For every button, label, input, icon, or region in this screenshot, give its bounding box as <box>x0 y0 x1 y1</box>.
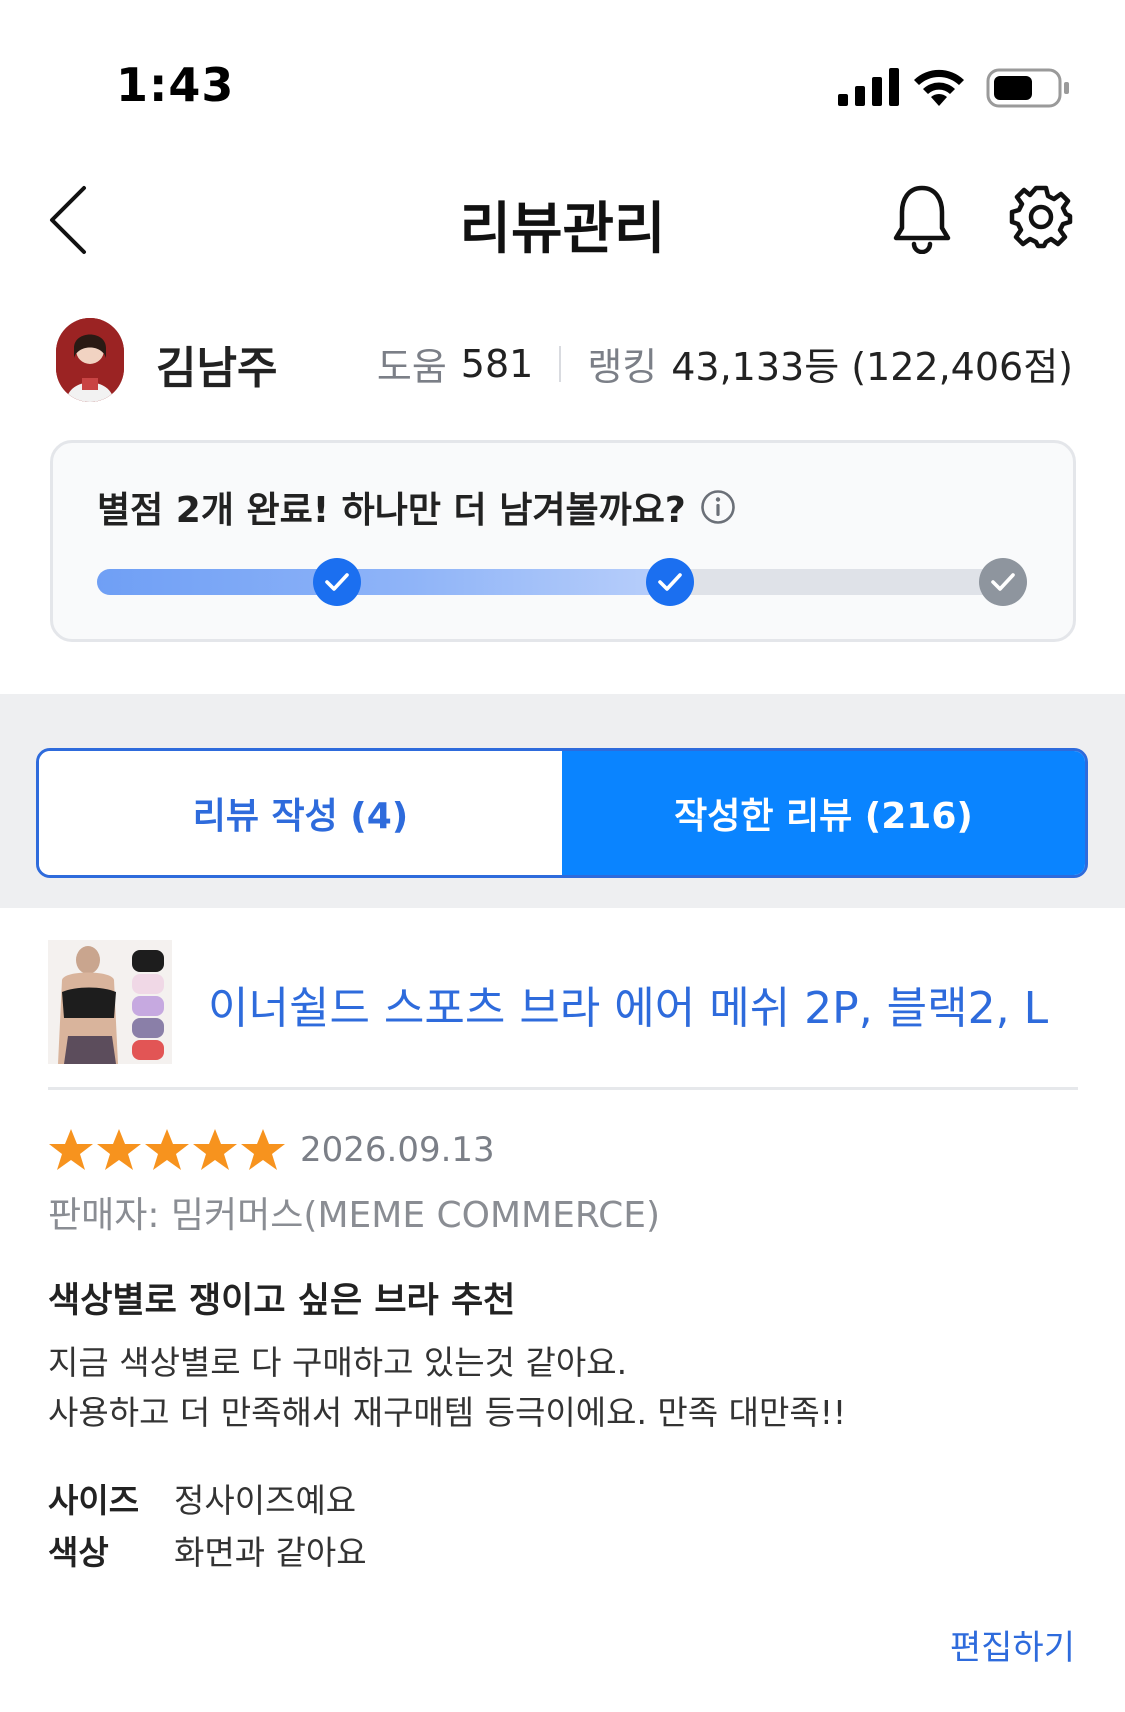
profile-name: 김남주 <box>156 343 278 394</box>
review-body-line: 사용하고 더 만족해서 재구매템 등극이에요. 만족 대만족!! <box>48 1393 847 1432</box>
star-icon <box>145 1129 189 1170</box>
edit-review-link[interactable]: 편집하기 <box>950 1620 1075 1669</box>
review-tabs: 리뷰 작성 (4) 작성한 리뷰 (216) <box>36 748 1088 878</box>
tabs-section: 리뷰 작성 (4) 작성한 리뷰 (216) <box>0 694 1125 908</box>
star-icon <box>193 1129 237 1170</box>
progress-track <box>97 558 1027 606</box>
attribute-row-size: 사이즈 정사이즈예요 <box>48 1474 356 1522</box>
avatar[interactable] <box>56 318 124 402</box>
progress-step-check-icon <box>979 558 1027 606</box>
progress-step-check-icon <box>313 558 361 606</box>
star-icon <box>241 1129 285 1170</box>
rating-progress-card: 별점 2개 완료! 하나만 더 남겨볼까요? <box>50 440 1076 642</box>
review-meta: 2026.09.13 <box>48 1122 495 1178</box>
rank-label: 랭킹 <box>587 345 658 389</box>
star-icon <box>49 1129 93 1170</box>
nav-bar: 리뷰관리 <box>0 170 1125 270</box>
progress-step-check-icon <box>646 558 694 606</box>
profile-stats: 도움 581 랭킹 43,133등 (122,406점) <box>377 336 1073 391</box>
page-title: 리뷰관리 <box>459 197 666 262</box>
progress-title: 별점 2개 완료! 하나만 더 남겨볼까요? <box>97 490 686 531</box>
review-body-line: 지금 색상별로 다 구매하고 있는것 같아요. <box>48 1343 628 1382</box>
status-time: 1:43 <box>116 58 235 112</box>
wifi-icon <box>914 69 964 106</box>
product-thumbnail[interactable] <box>48 940 172 1064</box>
star-rating <box>48 1127 288 1173</box>
attribute-label: 사이즈 <box>48 1481 140 1520</box>
stat-divider <box>559 345 562 382</box>
attribute-value: 정사이즈예요 <box>174 1481 357 1520</box>
attribute-value: 화면과 같아요 <box>174 1533 367 1572</box>
bell-icon[interactable] <box>892 182 952 254</box>
status-bar: 1:43 <box>0 0 1125 130</box>
tab-written-reviews[interactable]: 작성한 리뷰 (216) <box>562 751 1085 875</box>
product-row[interactable]: 이너쉴드 스포츠 브라 에어 메쉬 2P, 블랙2, L <box>48 936 1078 1090</box>
review-body: 지금 색상별로 다 구매하고 있는것 같아요. 사용하고 더 만족해서 재구매템… <box>48 1338 846 1438</box>
progress-title-row: 별점 2개 완료! 하나만 더 남겨볼까요? <box>97 481 736 533</box>
review-date: 2026.09.13 <box>300 1130 495 1170</box>
attribute-row-color: 색상 화면과 같아요 <box>48 1526 367 1574</box>
profile-row: 김남주 도움 581 랭킹 43,133등 (122,406점) <box>0 316 1125 406</box>
review-title: 색상별로 쟁이고 싶은 브라 추천 <box>48 1281 516 1321</box>
product-name[interactable]: 이너쉴드 스포츠 브라 에어 메쉬 2P, 블랙2, L <box>208 972 1048 1036</box>
gear-icon[interactable] <box>1008 184 1074 250</box>
help-label: 도움 <box>376 345 447 389</box>
cellular-signal-icon <box>838 68 899 106</box>
seller-name: 판매자: 밈커머스(MEME COMMERCE) <box>48 1195 661 1236</box>
info-icon[interactable] <box>700 489 736 525</box>
progress-fill <box>97 569 670 595</box>
star-icon <box>97 1129 141 1170</box>
rank-value: 43,133등 (122,406점) <box>671 345 1073 389</box>
help-value: 581 <box>460 341 534 386</box>
tab-write-review[interactable]: 리뷰 작성 (4) <box>39 751 562 875</box>
battery-icon <box>986 68 1069 108</box>
attribute-label: 색상 <box>48 1533 109 1572</box>
